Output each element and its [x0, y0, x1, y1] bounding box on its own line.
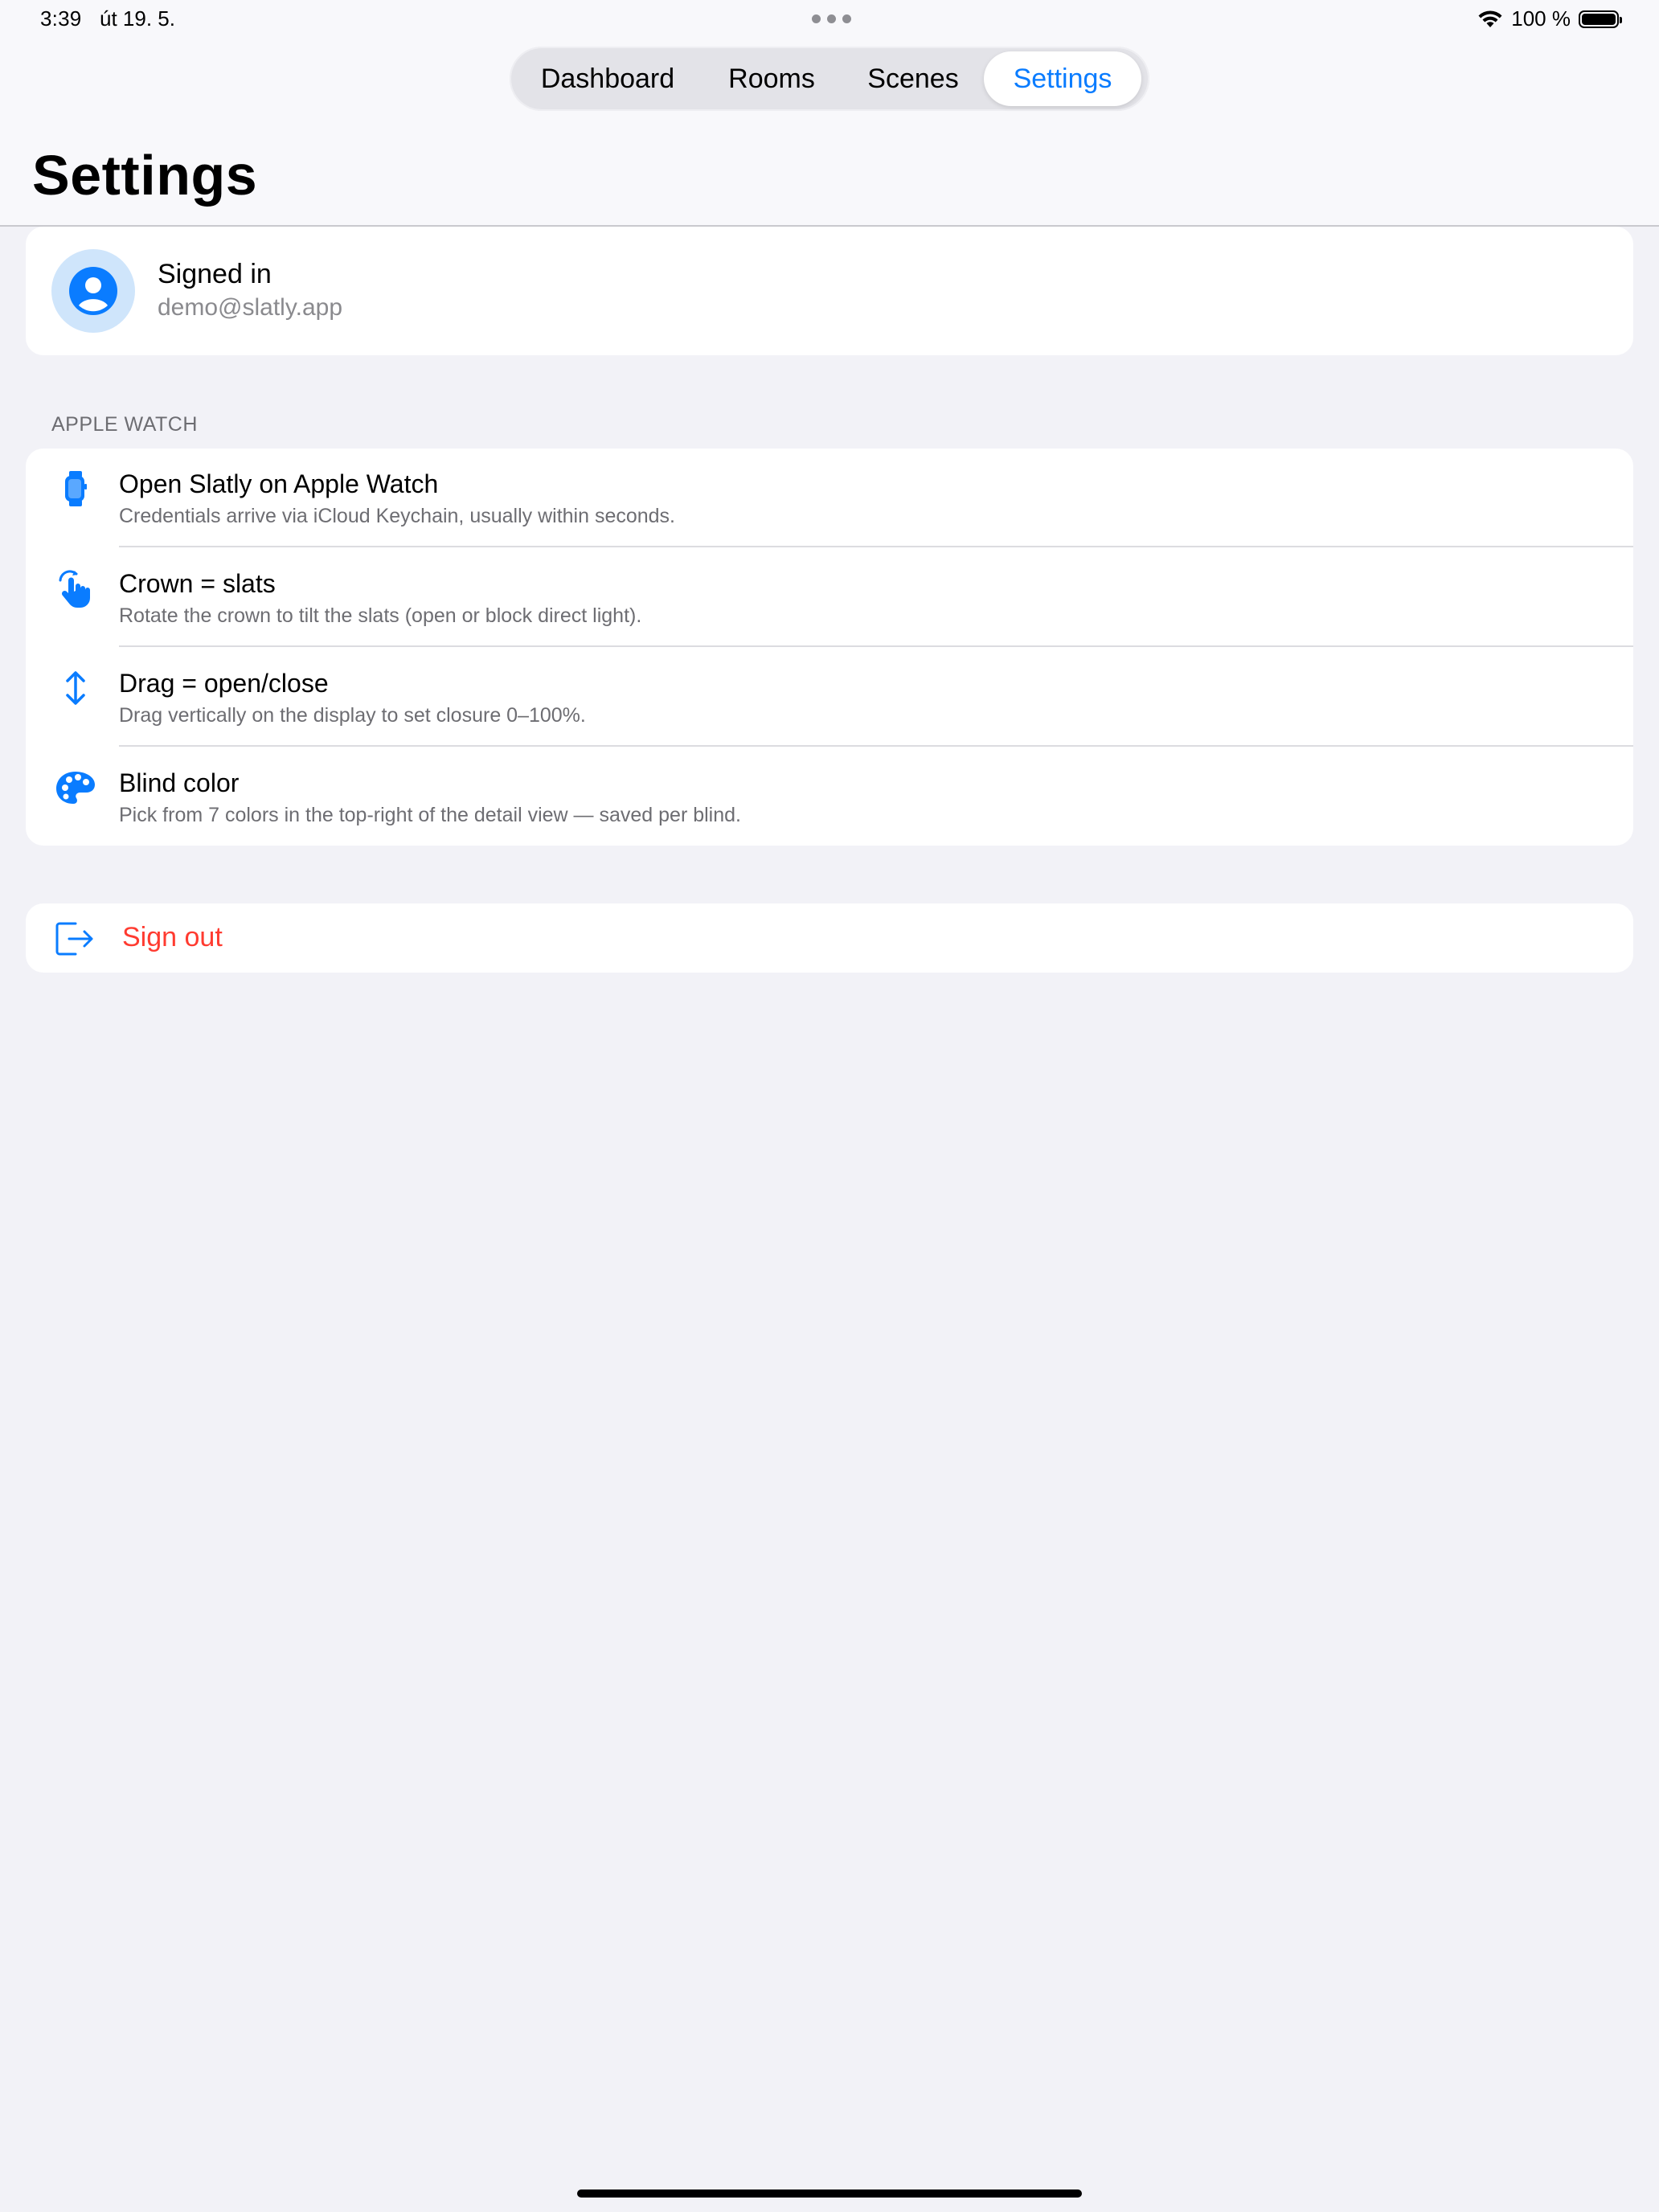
tab-rooms[interactable]: Rooms: [701, 51, 842, 106]
divider: [119, 546, 1633, 547]
list-item[interactable]: Blind color Pick from 7 colors in the to…: [26, 748, 1633, 847]
list-item[interactable]: Crown = slats Rotate the crown to tilt t…: [26, 548, 1633, 648]
applewatch-icon: [53, 466, 98, 511]
item-description: Drag vertically on the display to set cl…: [119, 704, 586, 727]
wifi-icon: [1478, 10, 1502, 27]
multitasking-dots-icon[interactable]: [812, 14, 851, 23]
person-circle-icon: [51, 249, 135, 333]
palette-icon: [53, 765, 98, 810]
account-card[interactable]: Signed in demo@slatly.app: [26, 227, 1633, 355]
list-item[interactable]: Drag = open/close Drag vertically on the…: [26, 648, 1633, 748]
battery-icon: [1579, 10, 1622, 28]
arrow-up-down-icon: [53, 666, 98, 711]
status-date: út 19. 5.: [100, 6, 175, 31]
sign-out-icon: [53, 917, 96, 961]
tab-bar: Dashboard Rooms Scenes Settings: [510, 47, 1149, 111]
item-description: Credentials arrive via iCloud Keychain, …: [119, 505, 676, 527]
battery-percent: 100 %: [1511, 6, 1571, 31]
tab-dashboard[interactable]: Dashboard: [514, 51, 701, 106]
tab-scenes[interactable]: Scenes: [842, 51, 984, 106]
top-bar: 3:39 út 19. 5. 100 % Dashboard Rooms Sce…: [0, 0, 1659, 227]
home-indicator[interactable]: [577, 2189, 1082, 2198]
item-description: Rotate the crown to tilt the slats (open…: [119, 604, 642, 627]
section-header-apple-watch: APPLE WATCH: [51, 413, 198, 436]
divider: [119, 645, 1633, 647]
item-title: Open Slatly on Apple Watch: [119, 469, 439, 498]
item-title: Blind color: [119, 768, 240, 797]
sign-out-label: Sign out: [122, 922, 223, 952]
divider: [119, 745, 1633, 747]
hand-rotate-icon: [53, 566, 98, 611]
status-right: 100 %: [1477, 6, 1622, 31]
account-email: demo@slatly.app: [158, 294, 343, 321]
apple-watch-card: Open Slatly on Apple Watch Credentials a…: [26, 449, 1633, 846]
item-title: Crown = slats: [119, 569, 276, 598]
tab-settings[interactable]: Settings: [984, 51, 1141, 106]
status-time: 3:39: [40, 6, 82, 31]
item-title: Drag = open/close: [119, 669, 329, 698]
item-description: Pick from 7 colors in the top-right of t…: [119, 804, 741, 826]
list-item[interactable]: Open Slatly on Apple Watch Credentials a…: [26, 449, 1633, 548]
account-status: Signed in: [158, 259, 272, 289]
page-title: Settings: [32, 144, 258, 207]
sign-out-button[interactable]: Sign out: [26, 903, 1633, 973]
